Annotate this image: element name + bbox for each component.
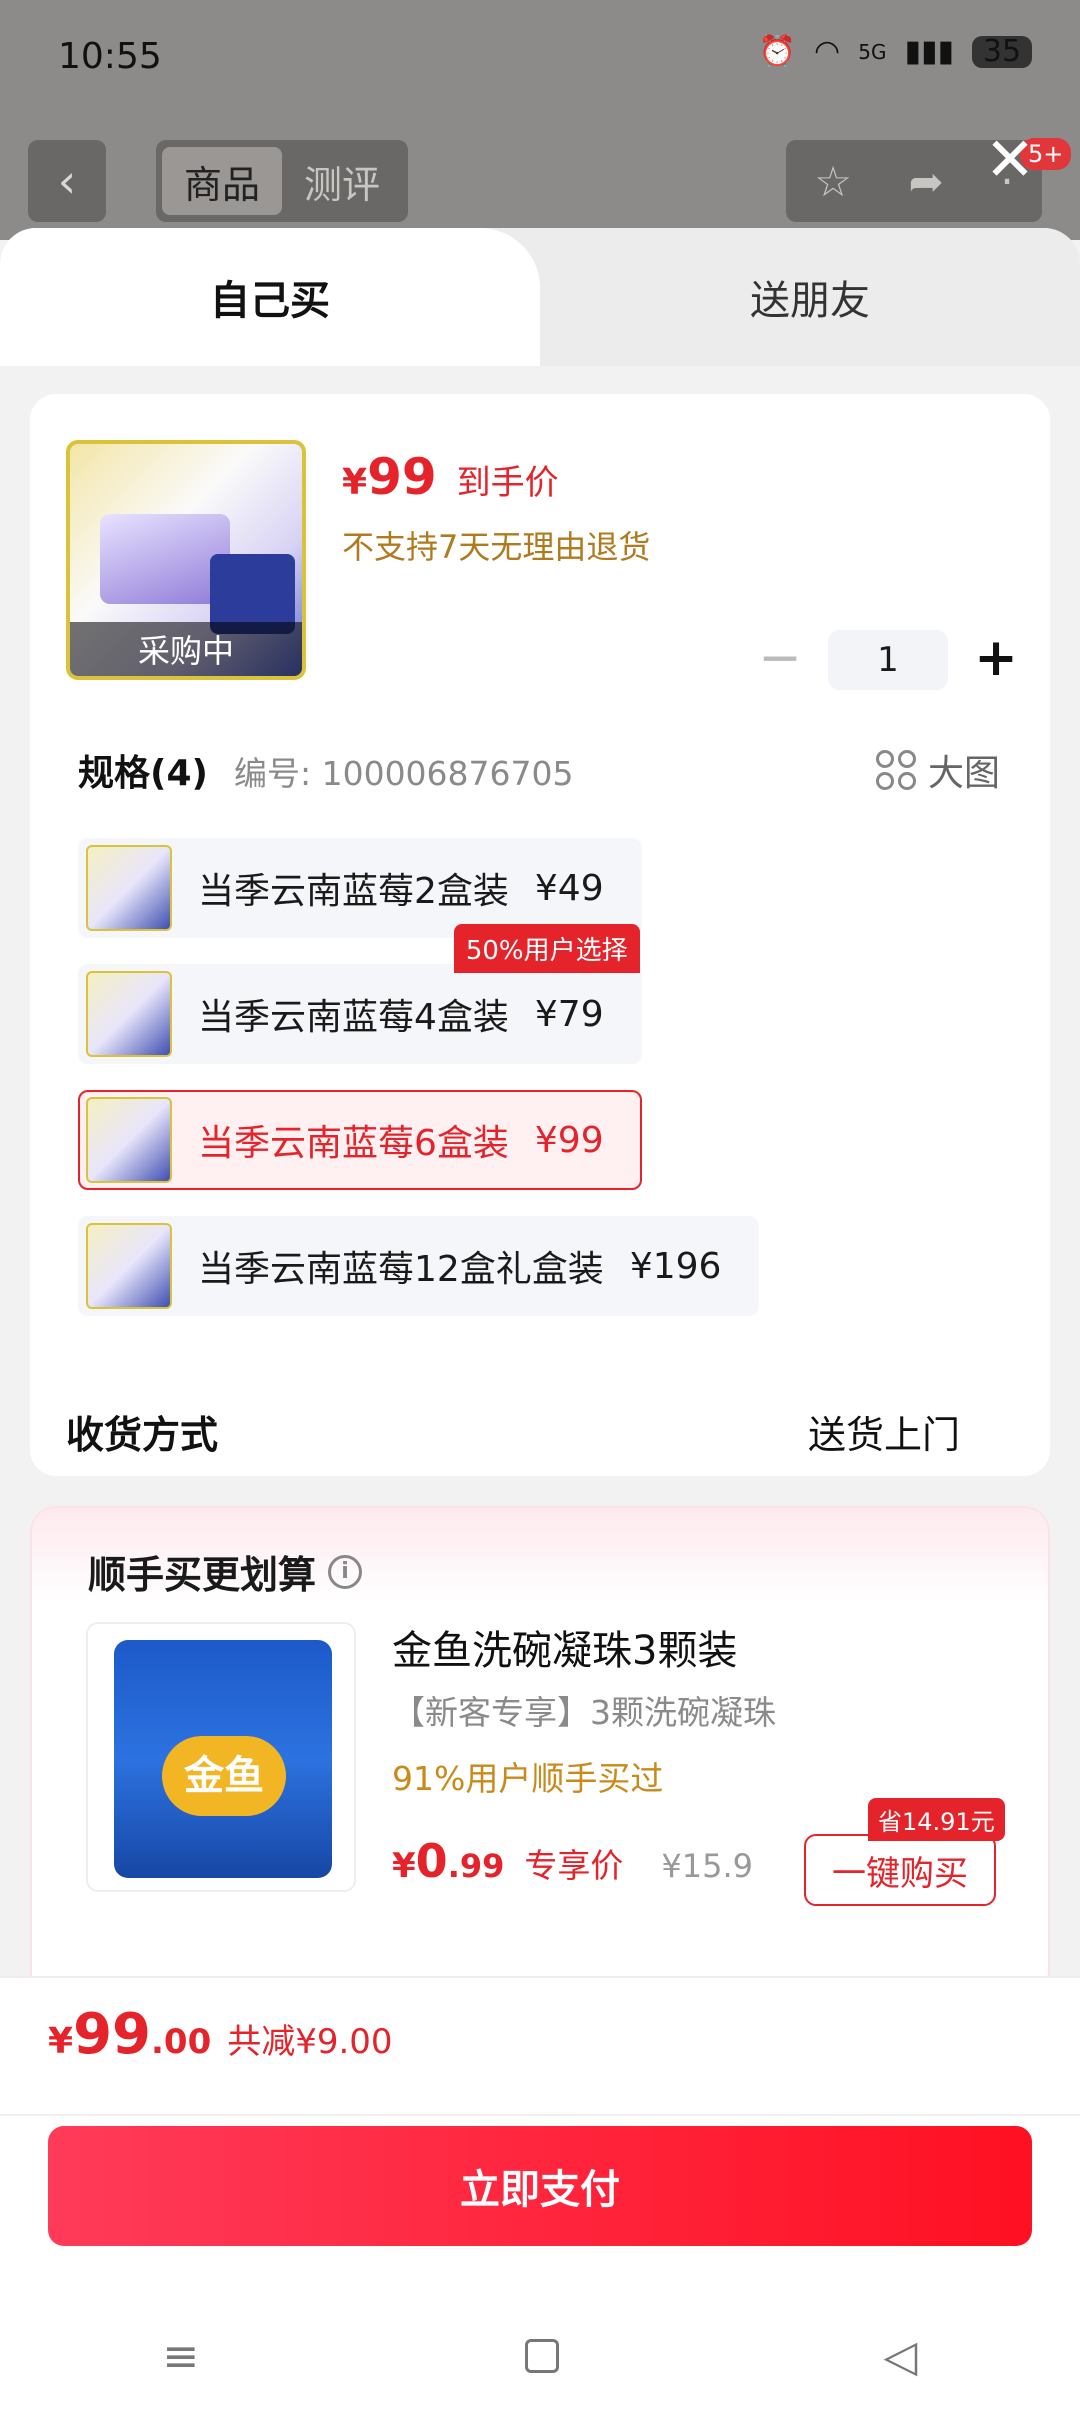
background-tabs: 商品 测评: [156, 140, 408, 222]
battery-icon: 35: [972, 35, 1032, 68]
system-nav-bar: ≡ ◁: [0, 2300, 1080, 2412]
total-currency: ¥: [48, 2021, 74, 2062]
addon-price-int: 0: [415, 1834, 448, 1888]
grid-icon: [875, 750, 916, 790]
addon-name[interactable]: 金鱼洗碗凝珠3颗装: [392, 1618, 737, 1676]
increase-button[interactable]: +: [966, 630, 1026, 690]
share-icon[interactable]: ➦: [909, 157, 944, 206]
spec-thumbnail: [86, 845, 172, 931]
alarm-icon: ⏰: [758, 34, 797, 69]
spec-name: 当季云南蓝莓2盒装: [198, 871, 509, 912]
signal-icon: ▮▮▮: [904, 34, 954, 69]
purchasing-overlay: 采购中: [70, 622, 302, 676]
spec-price: ¥79: [534, 993, 604, 1035]
status-time: 10:55: [58, 36, 162, 77]
spec-price: ¥99: [534, 1119, 604, 1161]
tab-buy-self[interactable]: 自己买: [0, 228, 540, 366]
sheet-tabs: 自己买 送朋友: [0, 228, 1080, 366]
spec-thumbnail: [86, 1097, 172, 1183]
addon-title: 顺手买更划算 i: [88, 1544, 363, 1599]
addon-price-dec: .99: [447, 1847, 505, 1885]
total-reduce: 共减¥9.00: [227, 2022, 393, 2062]
tab-review[interactable]: 测评: [282, 147, 402, 215]
spec-option[interactable]: 当季云南蓝莓12盒礼盒装 ¥196: [78, 1216, 760, 1316]
tab-product[interactable]: 商品: [162, 147, 282, 215]
addon-price-tag: 专享价: [524, 1846, 624, 1885]
status-icons: ⏰ ◠ 5G ▮▮▮ 35: [759, 34, 1032, 69]
total-dec: .00: [151, 2022, 212, 2062]
spec-code: 编号: 100006876705: [233, 754, 574, 793]
spec-price: ¥49: [534, 867, 604, 909]
back-button[interactable]: ‹: [28, 140, 106, 222]
spec-name: 当季云南蓝莓12盒礼盒装: [198, 1249, 604, 1290]
big-view-label: 大图: [927, 753, 1000, 794]
back-triangle-icon[interactable]: ◁: [884, 2331, 918, 2382]
addon-pack-label: 金鱼: [162, 1736, 286, 1816]
spec-name: 当季云南蓝莓4盒装: [198, 997, 509, 1038]
spec-option[interactable]: 当季云南蓝莓2盒装 ¥49: [78, 838, 642, 938]
product-price: ¥ 99 到手价: [342, 448, 559, 506]
price-tag: 到手价: [456, 463, 559, 503]
shipping-value[interactable]: 送货上门: [808, 1404, 960, 1459]
addon-price-currency: ¥: [392, 1846, 416, 1886]
wifi-icon: ◠: [814, 34, 841, 69]
star-icon[interactable]: ☆: [814, 157, 852, 206]
shipping-label: 收货方式: [66, 1413, 219, 1457]
close-icon[interactable]: ✕: [980, 130, 1040, 190]
price-currency: ¥: [342, 462, 368, 503]
quantity-value[interactable]: 1: [828, 630, 948, 690]
total-int: 99: [73, 2002, 151, 2067]
quantity-stepper: − 1 +: [750, 630, 1026, 690]
price-value: 99: [367, 448, 437, 506]
big-view-button[interactable]: 大图: [875, 744, 1000, 796]
divider: [0, 2114, 1080, 2116]
spec-thumbnail: [86, 1223, 172, 1309]
spec-option[interactable]: 当季云南蓝莓4盒装 ¥79 50%用户选择: [78, 924, 642, 1064]
addon-price: ¥ 0 .99 专享价 ¥15.9: [392, 1834, 753, 1888]
product-image[interactable]: 采购中: [66, 440, 306, 680]
spec-title: 规格(4): [78, 753, 208, 794]
watermark: 异乡之客: [420, 1366, 556, 1406]
menu-icon[interactable]: ≡: [163, 2331, 200, 2382]
spec-option-selected[interactable]: 当季云南蓝莓6盒装 ¥99: [78, 1090, 642, 1190]
addon-subtitle: 【新客专享】3颗洗碗凝珠: [392, 1693, 776, 1732]
home-icon[interactable]: [524, 2339, 559, 2373]
spec-price: ¥196: [629, 1245, 722, 1287]
one-click-buy-button[interactable]: 一键购买: [804, 1834, 996, 1906]
product-card: 采购中 ¥ 99 到手价 不支持7天无理由退货 − 1 + 规格(4) 编号: …: [30, 394, 1050, 1476]
addon-title-text: 顺手买更划算: [88, 1553, 317, 1597]
addon-orig-price: ¥15.9: [661, 1847, 753, 1885]
addon-image[interactable]: 金鱼: [86, 1622, 356, 1892]
info-icon[interactable]: i: [328, 1554, 363, 1589]
addon-card: 顺手买更划算 i 金鱼 金鱼洗碗凝珠3颗装 【新客专享】3颗洗碗凝珠 91%用户…: [30, 1506, 1050, 2026]
network-label: 5G: [858, 39, 887, 64]
decrease-button[interactable]: −: [750, 630, 810, 690]
popular-tag: 50%用户选择: [453, 924, 640, 973]
spec-thumbnail: [86, 971, 172, 1057]
spec-name: 当季云南蓝莓6盒装: [198, 1123, 509, 1164]
tab-send-friend[interactable]: 送朋友: [540, 228, 1080, 366]
pay-now-button[interactable]: 立即支付: [48, 2126, 1032, 2246]
spec-header: 规格(4) 编号: 100006876705: [78, 744, 574, 796]
addon-bought: 91%用户顺手买过: [392, 1759, 664, 1798]
status-bar: 10:55 ⏰ ◠ 5G ▮▮▮ 35: [0, 0, 1080, 120]
total-price: ¥ 99 .00 共减¥9.00: [48, 2002, 393, 2067]
addon-pack-graphic: 金鱼: [114, 1640, 332, 1878]
return-policy: 不支持7天无理由退货: [342, 528, 651, 566]
save-badge: 省14.91元: [868, 1798, 1005, 1841]
